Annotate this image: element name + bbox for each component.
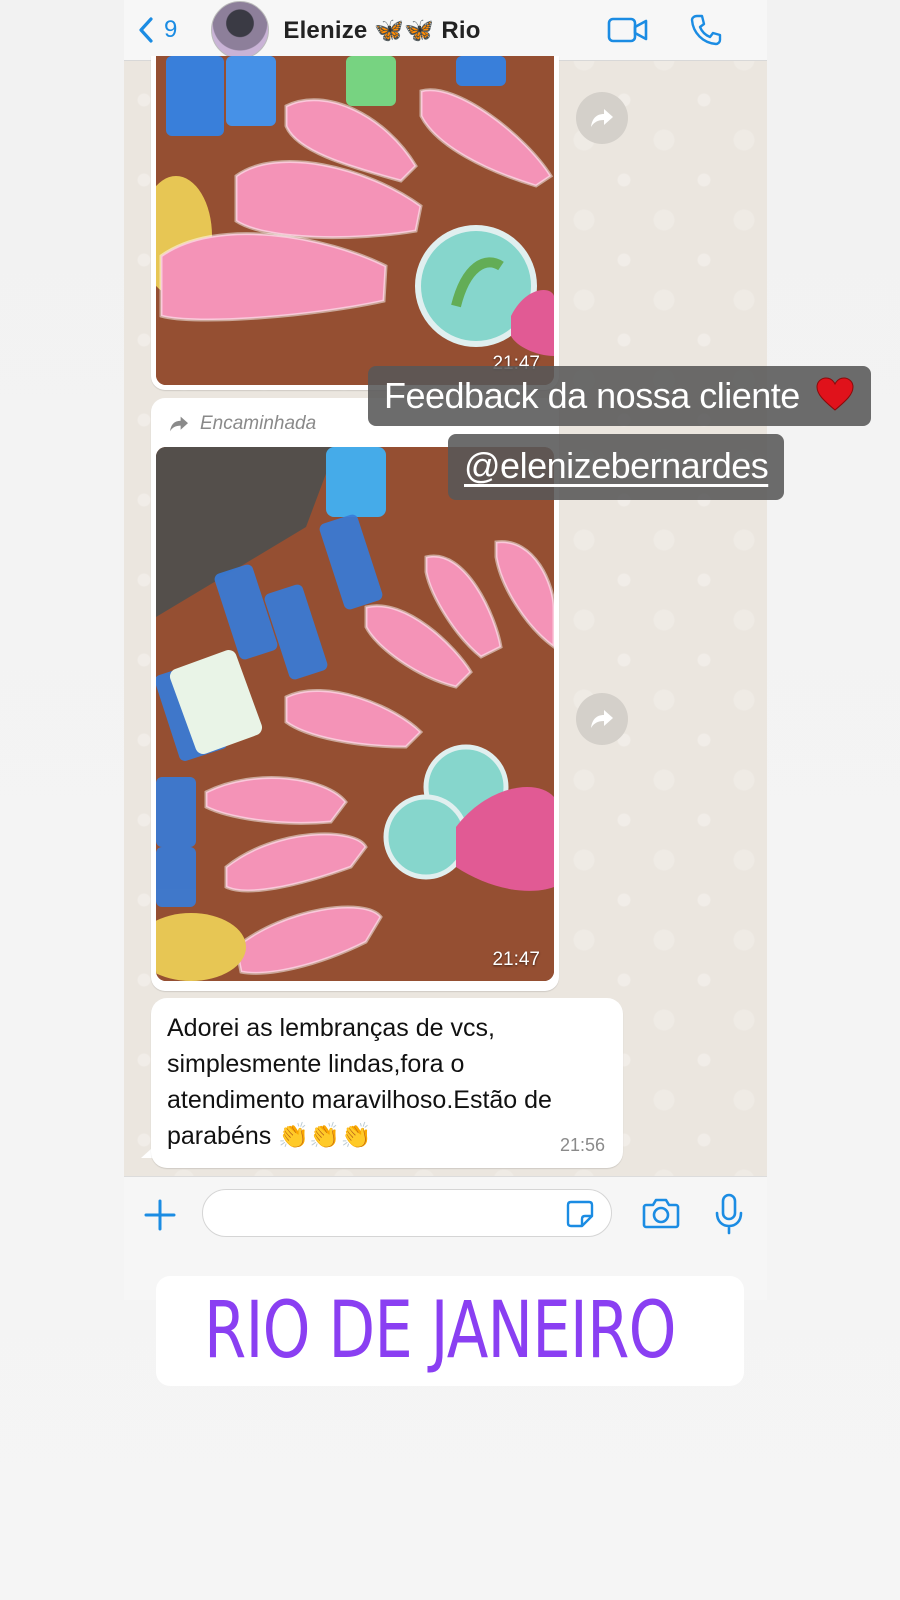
unread-count: 9 (164, 16, 178, 43)
text-message[interactable]: Adorei as lembranças de vcs, simplesment… (151, 998, 623, 1168)
message-input[interactable] (202, 1189, 612, 1237)
microphone-icon[interactable] (714, 1193, 744, 1235)
heart-icon (816, 377, 854, 411)
camera-icon[interactable] (642, 1197, 680, 1229)
plus-icon[interactable] (142, 1197, 178, 1233)
story-mention[interactable]: @elenizebernardes (448, 434, 785, 500)
story-caption: Feedback da nossa cliente (368, 366, 872, 426)
back-button[interactable]: 9 (136, 16, 177, 44)
photo-party-favors-1: 21:47 (156, 56, 554, 385)
forward-button[interactable] (576, 693, 628, 745)
forward-arrow-icon (591, 109, 613, 127)
forward-arrow-icon (591, 710, 613, 728)
forward-button[interactable] (576, 92, 628, 144)
story-canvas: 9 Elenize 🦋🦋 Rio 21:47 Encaminhada 21:47… (0, 0, 900, 1600)
photo-party-favors-2: 21:47 (156, 447, 554, 981)
location-text: RIO DE JANEIRO (204, 1286, 676, 1376)
photo-illustration (156, 447, 554, 981)
photo-message-1[interactable]: 21:47 (151, 56, 559, 390)
photo-timestamp: 21:47 (492, 949, 540, 970)
message-timestamp: 21:56 (559, 1135, 605, 1155)
avatar[interactable] (211, 1, 270, 59)
location-sticker[interactable]: RIO DE JANEIRO (156, 1276, 744, 1386)
sticker-icon[interactable] (565, 1199, 595, 1229)
contact-name[interactable]: Elenize 🦋🦋 Rio (283, 16, 480, 45)
chat-screenshot: 9 Elenize 🦋🦋 Rio 21:47 Encaminhada 21:47… (124, 0, 767, 1300)
message-text: Adorei as lembranças de vcs, simplesment… (167, 1014, 552, 1150)
video-camera-icon[interactable] (607, 16, 649, 44)
photo-illustration (156, 56, 554, 385)
forward-arrow-icon (170, 416, 188, 432)
forwarded-text: Encaminhada (200, 413, 317, 434)
chevron-left-icon (139, 17, 153, 43)
caption-text: Feedback da nossa cliente (384, 375, 800, 416)
phone-icon[interactable] (689, 13, 723, 47)
chat-header: 9 Elenize 🦋🦋 Rio (124, 0, 767, 61)
mention-text[interactable]: @elenizebernardes (464, 445, 769, 486)
